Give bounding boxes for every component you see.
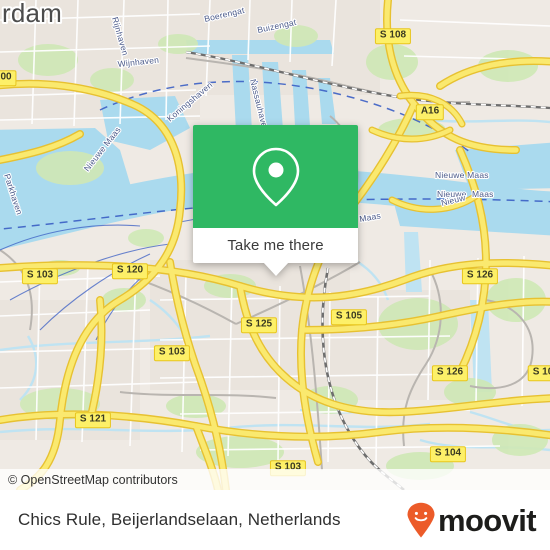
road-shield: S 103 [21, 264, 59, 284]
road-shield: S 108 [374, 24, 412, 44]
road-shield-label: S 120 [111, 262, 149, 279]
road-shield-label: 00 [0, 69, 17, 86]
road-shield-label: S 105 [330, 308, 368, 325]
map-label: Maas [472, 189, 494, 199]
moovit-place-card-screenshot: rdam Boerengat Buizengat Wijnhaven Rijnhaven… [0, 0, 550, 550]
take-me-there-button[interactable]: Take me there [193, 228, 358, 263]
road-shield-label: S 103 [153, 344, 191, 361]
popup-pointer-tail [262, 262, 289, 276]
road-shield: S 120 [111, 259, 149, 279]
road-shield-label: S 121 [74, 411, 112, 428]
road-shield: S 125 [240, 313, 278, 333]
popup-icon-area [193, 125, 358, 228]
road-shield: S 10 [527, 361, 550, 381]
road-shield-label: S 108 [374, 27, 412, 44]
road-shield-label: A16 [415, 103, 445, 120]
road-shield: S 104 [429, 442, 467, 462]
place-title: Chics Rule, Beijerlandselaan, Netherland… [18, 510, 341, 529]
road-shield: S 105 [330, 305, 368, 325]
place-popup-card[interactable]: Take me there [193, 125, 358, 276]
road-shield-label: S 125 [240, 316, 278, 333]
road-shield: S 126 [461, 264, 499, 284]
road-shield-label: S 103 [21, 267, 59, 284]
map-pin-icon [252, 147, 299, 206]
map-attribution-bar: © OpenStreetMap contributors [0, 469, 550, 490]
moovit-wordmark: moovit [437, 502, 537, 538]
road-shield: A16 [415, 100, 445, 120]
road-shield-label: S 126 [461, 267, 499, 284]
take-me-there-label: Take me there [227, 237, 324, 254]
footer-bar: rdamBoerengatBuizengatWijnhavenRijnhaven… [0, 490, 550, 550]
openstreetmap-attribution[interactable]: © OpenStreetMap contributors [0, 473, 178, 487]
road-shield: 00 [0, 66, 17, 86]
road-shield: S 126 [431, 361, 469, 381]
moovit-smiley-pin-icon [407, 502, 435, 538]
road-shield-label: S 126 [431, 364, 469, 381]
map-canvas[interactable]: rdam Boerengat Buizengat Wijnhaven Rijnhaven… [0, 0, 550, 490]
map-label: Nieuwe Maas [435, 170, 489, 180]
road-shield: S 103 [153, 341, 191, 361]
road-shield-label: S 10 [527, 364, 550, 381]
road-shield-label: S 104 [429, 445, 467, 462]
road-shield: S 121 [74, 408, 112, 428]
map-label: rdam [2, 0, 62, 28]
moovit-logo[interactable]: moovit [406, 502, 537, 538]
